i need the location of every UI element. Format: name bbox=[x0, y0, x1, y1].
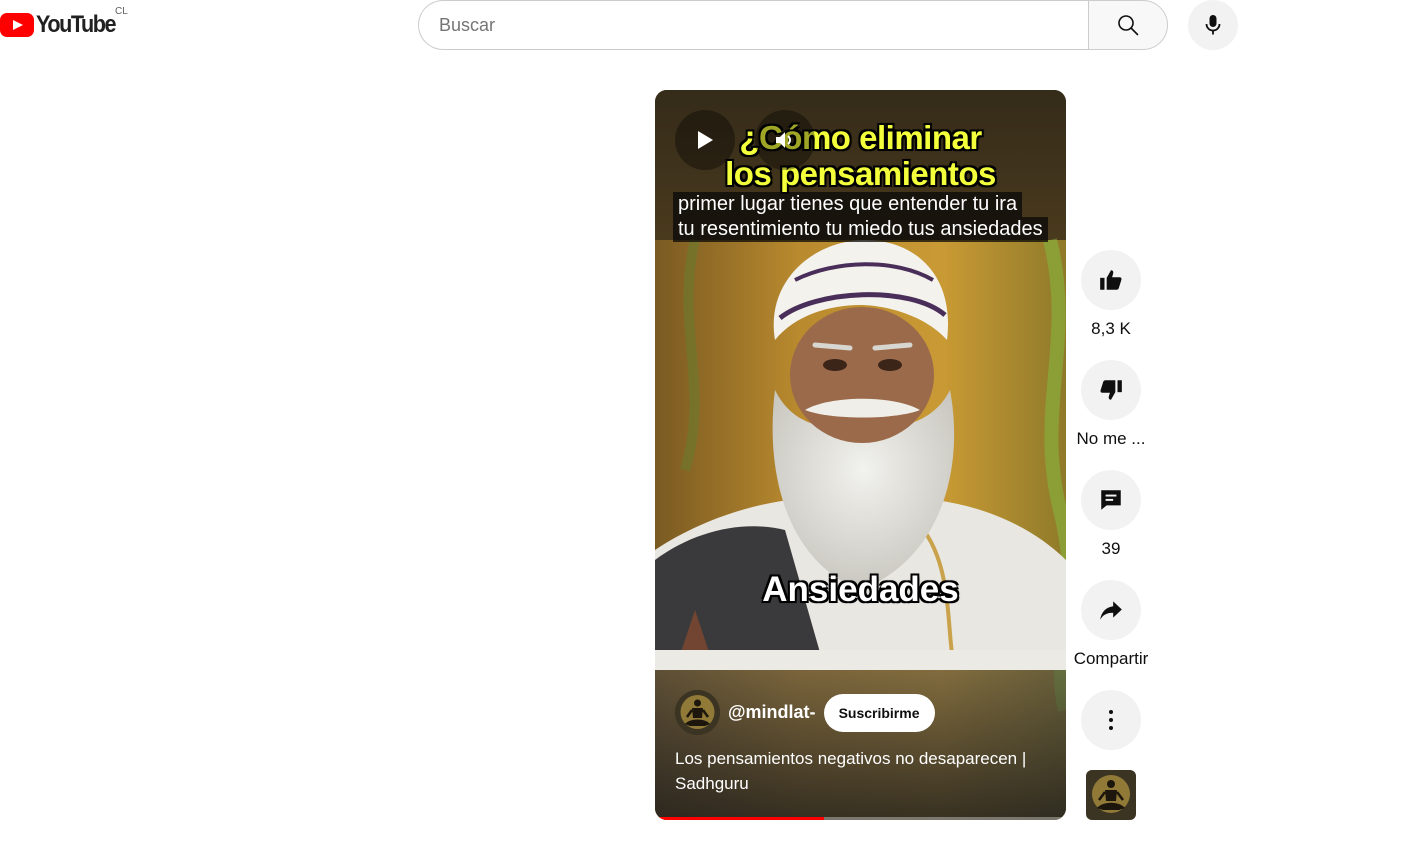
like-button[interactable] bbox=[1081, 250, 1141, 310]
meditating-figure-icon bbox=[1086, 770, 1136, 820]
play-button[interactable] bbox=[675, 110, 735, 170]
more-vertical-icon bbox=[1109, 710, 1113, 730]
comments-button[interactable] bbox=[1081, 470, 1141, 530]
like-count: 8,3 K bbox=[1091, 319, 1131, 338]
shorts-player[interactable]: ¿Cómo eliminar los pensamientos primer l… bbox=[655, 90, 1066, 820]
dislike-action: No me ... bbox=[1066, 360, 1156, 449]
thumbs-up-icon bbox=[1100, 270, 1122, 290]
search-input[interactable] bbox=[418, 0, 1088, 50]
search-button[interactable] bbox=[1088, 0, 1168, 50]
more-options-button[interactable] bbox=[1081, 690, 1141, 750]
share-label: Compartir bbox=[1073, 649, 1149, 668]
volume-button[interactable] bbox=[755, 110, 815, 170]
sound-thumbnail[interactable] bbox=[1086, 770, 1136, 820]
word-overlay: Ansiedades bbox=[762, 570, 959, 609]
youtube-play-logo-icon bbox=[0, 13, 34, 37]
voice-search-button[interactable] bbox=[1188, 0, 1238, 50]
more-action bbox=[1066, 690, 1156, 750]
share-button[interactable] bbox=[1081, 580, 1141, 640]
logo-text: YouTube bbox=[36, 11, 117, 38]
thumbs-down-icon bbox=[1100, 380, 1122, 400]
progress-bar[interactable] bbox=[655, 817, 1066, 820]
like-action: 8,3 K bbox=[1066, 250, 1156, 339]
share-action: Compartir bbox=[1066, 580, 1156, 669]
progress-bar-fill bbox=[655, 817, 824, 820]
youtube-logo[interactable]: YouTube CL bbox=[0, 6, 128, 40]
dislike-label: No me ... bbox=[1076, 429, 1146, 448]
channel-handle[interactable]: @mindlat- bbox=[728, 702, 816, 723]
subscribe-button[interactable]: Suscribirme bbox=[823, 693, 935, 732]
share-arrow-icon bbox=[1100, 601, 1122, 620]
caption-line-1: primer lugar tienes que entender tu ira bbox=[673, 192, 1023, 217]
comments-action: 39 bbox=[1066, 470, 1156, 559]
meditating-figure-icon bbox=[675, 690, 720, 735]
channel-row: @mindlat- Suscribirme bbox=[675, 690, 935, 735]
comment-count: 39 bbox=[1101, 539, 1121, 558]
microphone-icon bbox=[1205, 15, 1221, 35]
video-title[interactable]: Los pensamientos negativos no desaparece… bbox=[675, 746, 1055, 796]
search-bar bbox=[418, 0, 1168, 50]
country-code: CL bbox=[115, 6, 128, 17]
volume-icon bbox=[776, 132, 791, 148]
caption-line-2: tu resentimiento tu miedo tus ansiedades bbox=[673, 217, 1048, 242]
dislike-button[interactable] bbox=[1081, 360, 1141, 420]
comment-icon bbox=[1101, 490, 1121, 510]
search-icon bbox=[1118, 15, 1139, 36]
channel-avatar[interactable] bbox=[675, 690, 720, 735]
play-icon bbox=[698, 131, 713, 149]
